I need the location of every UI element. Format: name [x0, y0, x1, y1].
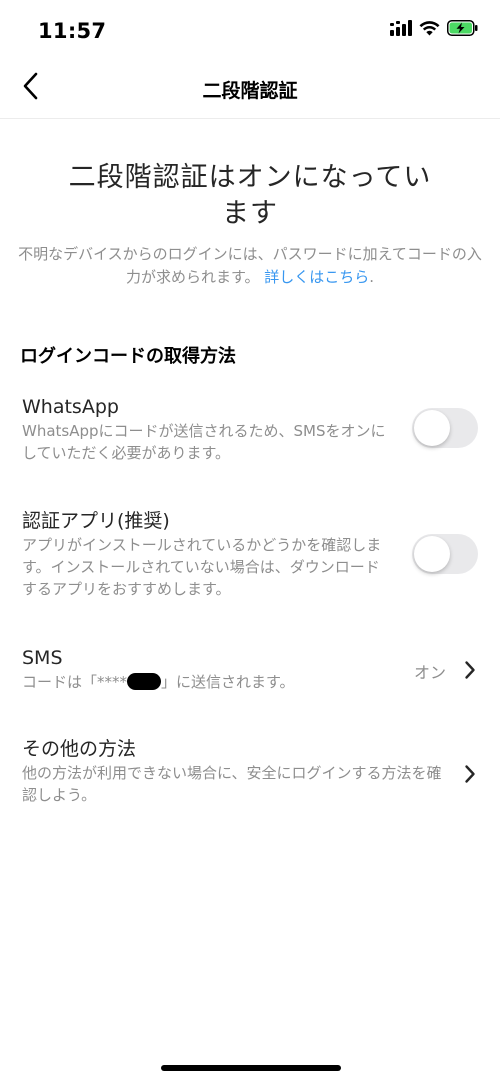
chevron-right-icon [460, 764, 480, 784]
nav-header: 二段階認証 [0, 58, 500, 119]
option-title: SMS [22, 647, 63, 669]
signal-icon [390, 20, 412, 40]
sms-number-prefix: コードは「**** [22, 673, 128, 691]
home-indicator[interactable] [161, 1065, 341, 1071]
option-sms[interactable]: SMS コードは「**** 」に送信されます。 オン [22, 645, 480, 701]
option-auth-app: 認証アプリ(推奨) アプリがインストールされているかどうかを確認します。インスト… [22, 508, 480, 604]
status-headline: 二段階認証はオンになってい ます [68, 162, 432, 229]
auth-app-toggle[interactable] [412, 534, 478, 574]
option-description: コードは「**** 」に送信されます。 [22, 671, 392, 693]
status-description: 不明なデバイスからのログインには、パスワードに加えてコードの入力が求められます。… [18, 243, 482, 289]
description-text: 不明なデバイスからのログインには、パスワードに加えてコードの入力が求められます。 [18, 245, 482, 286]
redacted-mark [127, 673, 162, 690]
whatsapp-toggle[interactable] [412, 408, 478, 448]
option-description: 他の方法が利用できない場合に、安全にログインする方法を確認しよう。 [22, 764, 442, 804]
section-title: ログインコードの取得方法 [20, 346, 236, 367]
sms-status-value: オン [413, 663, 446, 682]
option-title: その他の方法 [22, 738, 137, 760]
sms-number-suffix: 」に送信されます。 [161, 673, 295, 691]
option-whatsapp: WhatsApp WhatsAppにコードが送信されるため、SMSをオンにしてい… [22, 394, 480, 470]
wifi-icon [419, 20, 440, 40]
learn-more-link[interactable]: 詳しくはこちら [264, 268, 369, 286]
toggle-knob [414, 410, 450, 446]
option-description: アプリがインストールされているかどうかを確認します。インストールされていない場合… [22, 536, 382, 598]
chevron-right-icon [460, 660, 480, 680]
option-title: 認証アプリ(推奨) [22, 510, 170, 532]
status-bar: 11:57 [0, 0, 500, 58]
battery-charging-icon [447, 20, 478, 40]
option-description: WhatsAppにコードが送信されるため、SMSをオンにしていただく必要がありま… [22, 422, 386, 462]
option-title: WhatsApp [22, 396, 119, 418]
toggle-knob [414, 536, 450, 572]
option-other-methods[interactable]: その他の方法 他の方法が利用できない場合に、安全にログインする方法を確認しよう。 [22, 736, 480, 812]
status-time: 11:57 [38, 19, 107, 43]
description-period: . [369, 268, 375, 286]
status-icons [390, 20, 478, 40]
page-title: 二段階認証 [202, 80, 298, 102]
